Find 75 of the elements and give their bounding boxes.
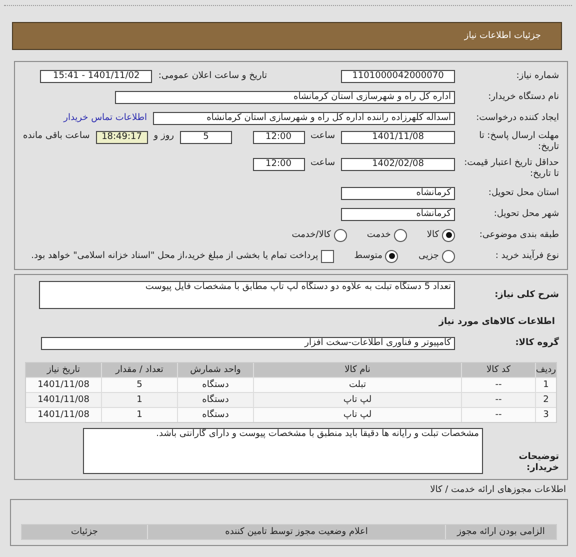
value-field: اداره کل راه و شهرسازی استان کرمانشاه	[115, 90, 455, 104]
field-label: ساعت	[310, 131, 335, 141]
field-label: ایجاد کننده درخواست:	[475, 112, 559, 124]
value-field: 1401/11/08	[341, 131, 455, 144]
page-header: جزئیات اطلاعات نیاز	[12, 22, 562, 50]
checkbox[interactable]	[321, 250, 334, 262]
field-label: ساعت باقی مانده	[23, 131, 90, 141]
column-header: تاریخ نیاز	[26, 363, 101, 377]
table-cell: 1	[102, 393, 177, 407]
field-label: شهر محل تحویل:	[492, 208, 559, 220]
radio-button[interactable]	[394, 228, 407, 242]
value-field: کرمانشاه	[341, 208, 455, 220]
option-label: متوسط	[354, 251, 382, 261]
table-cell: --	[462, 408, 535, 422]
field-label: حداقل تاریخ اعتبار قیمت: تا تاریخ:	[463, 158, 559, 180]
field-label: طبقه بندی موضوعی:	[478, 230, 559, 240]
table-cell: دستگاه	[178, 378, 253, 392]
option-label: خدمت	[366, 230, 391, 240]
table-cell: --	[462, 393, 535, 407]
table-cell: لپ تاپ	[254, 408, 461, 422]
field-label: روز و	[154, 131, 174, 141]
column-header: کد کالا	[462, 363, 535, 377]
table-cell: لپ تاپ	[254, 393, 461, 407]
column-header: اعلام وضعیت مجوز توسط تامین کننده	[148, 525, 445, 539]
column-header: واحد شمارش	[178, 363, 253, 377]
value-field: کرمانشاه	[341, 186, 455, 200]
radio-button[interactable]	[442, 228, 455, 242]
table-cell: 1401/11/08	[26, 393, 101, 407]
section-title: اطلاعات کالاهای مورد نیاز	[438, 317, 556, 327]
field-label: تاریخ و ساعت اعلان عمومی:	[158, 71, 267, 81]
value-field: 12:00	[252, 158, 304, 171]
table-cell: 5	[102, 378, 177, 392]
table-cell: 3	[536, 408, 556, 422]
table-cell: 1401/11/08	[26, 378, 101, 392]
option-label: جزیی	[418, 251, 439, 261]
radio-button[interactable]	[334, 228, 347, 242]
table-cell: دستگاه	[178, 408, 253, 422]
radio-button[interactable]	[385, 250, 398, 262]
field-label: گروه کالا:	[514, 338, 559, 348]
value-field: تعداد 5 دستگاه تبلت به علاوه دو دستگاه لپ تاپ مطابق با مشخصات فایل پیوست	[39, 281, 455, 309]
field-label: ساعت	[310, 158, 335, 168]
column-header: جزئیات	[22, 525, 147, 539]
value-field: اسداله کلهرزاده راننده اداره کل راه و شهرسازی استان کرمانشاه	[153, 112, 455, 124]
value-field: کامپیوتر و فناوری اطلاعات-سخت افزار	[41, 336, 455, 350]
field-label: نام دستگاه خریدار:	[487, 92, 559, 102]
radio-button[interactable]	[442, 250, 455, 262]
column-header: تعداد / مقدار	[102, 363, 177, 377]
value-field: 1101000042000070	[341, 70, 455, 82]
table-cell: --	[462, 378, 535, 392]
field-label: توضیحات خریدار:	[518, 452, 559, 474]
value-field: 12:00	[252, 131, 304, 144]
field-label: استان محل تحویل:	[487, 188, 559, 198]
option-label: کالا/خدمت	[292, 230, 331, 240]
table-cell: دستگاه	[178, 393, 253, 407]
value-field: 5	[180, 131, 232, 144]
value-field: 1402/02/08	[341, 158, 455, 171]
field-label: نوع فرآیند خرید :	[494, 250, 559, 262]
value-field: 1401/11/02 - 15:41	[40, 70, 152, 82]
column-header: نام کالا	[254, 363, 461, 377]
table-cell: 1401/11/08	[26, 408, 101, 422]
value-field: 18:49:17	[96, 131, 148, 144]
value-field: مشخصات تبلت و رایانه ها دقیقا باید منطبق با مشخصات پیوست و دارای گارانتی باشد.	[83, 428, 483, 474]
field-label: شرح کلی نیاز:	[494, 290, 559, 300]
table-cell: تبلت	[254, 378, 461, 392]
section-title: اطلاعات مجوزهای ارائه خدمت / کالا	[429, 484, 567, 495]
option-label: کالا	[426, 230, 439, 240]
field-label: مهلت ارسال پاسخ: تا تاریخ:	[478, 131, 559, 153]
table-cell: 1	[102, 408, 177, 422]
option-label: پرداخت تمام یا بخشی از مبلغ خرید،از محل "اسناد خزانه اسلامی" خواهد بود.	[31, 251, 318, 261]
buyer-contact-link[interactable]: اطلاعات تماس خریدار	[64, 113, 147, 123]
table-cell: 1	[536, 378, 556, 392]
column-header: الزامی بودن ارائه مجوز	[446, 525, 556, 539]
field-label: شماره نیاز:	[515, 70, 559, 82]
column-header: ردیف	[536, 363, 556, 377]
table-cell: 2	[536, 393, 556, 407]
